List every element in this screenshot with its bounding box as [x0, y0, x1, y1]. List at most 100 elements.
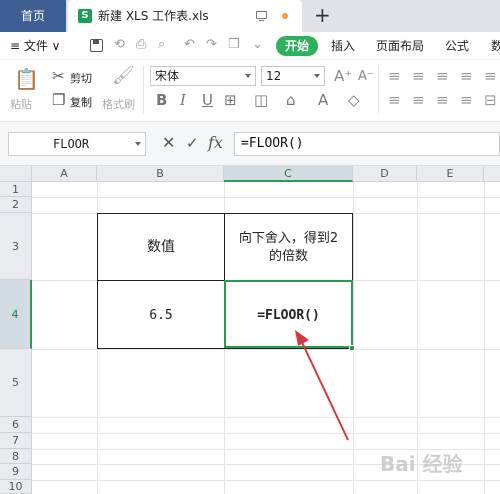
more-chevron-icon[interactable]: ⌄	[252, 37, 263, 53]
annotation-arrow-head	[295, 330, 309, 346]
wrap-icon[interactable]: ≡	[484, 68, 497, 84]
row-header-8[interactable]: 8	[0, 449, 32, 464]
undo-history-icon[interactable]: ⟲	[114, 37, 125, 53]
scissors-icon[interactable]: ✂	[52, 68, 65, 84]
file-menu[interactable]: ≡ 文件 ∨	[10, 32, 60, 60]
unsaved-dot-icon	[282, 13, 288, 19]
print-icon[interactable]: ⎙	[136, 37, 146, 53]
name-box[interactable]: FLOOR	[8, 132, 146, 156]
tab-start[interactable]: 开始	[276, 36, 318, 56]
redo-icon[interactable]: ↷	[206, 37, 217, 53]
highlight-icon[interactable]: ⌂	[286, 92, 296, 108]
menu-bar: ≡ 文件 ∨ ⟲ ⎙ ⌕ ↶ ↷ ❐ ⌄ 开始 插入 页面布局 公式 数	[0, 32, 500, 60]
toolbar-divider	[143, 66, 144, 114]
confirm-icon[interactable]: ✓	[186, 134, 199, 152]
cancel-icon[interactable]: ✕	[162, 134, 175, 152]
font-name-select[interactable]: 宋体	[150, 66, 256, 86]
align-bottom-icon[interactable]: ≡	[436, 68, 449, 84]
chevron-down-icon	[245, 74, 251, 78]
undo-icon[interactable]: ↶	[184, 37, 195, 53]
insert-function-button[interactable]: fx	[208, 133, 223, 153]
align-top-icon[interactable]: ≡	[388, 68, 401, 84]
name-box-value: FLOOR	[53, 137, 90, 151]
grid-line	[32, 349, 500, 350]
font-size-value: 12	[266, 69, 282, 83]
toolbar-divider	[378, 66, 379, 114]
formula-input[interactable]: =FLOOR()	[234, 132, 500, 156]
column-header-a[interactable]: A	[32, 166, 97, 182]
bold-button[interactable]: B	[156, 92, 167, 108]
title-bar: 首页 S 新建 XLS 工作表.xls +	[0, 0, 500, 32]
grid-line	[32, 417, 500, 418]
save-icon[interactable]	[90, 39, 103, 52]
align-middle-icon[interactable]: ≡	[412, 68, 425, 84]
row-header-7[interactable]: 7	[0, 433, 32, 449]
annotation-arrow	[295, 330, 349, 441]
align-right-icon[interactable]: ≡	[436, 92, 449, 108]
tab-data[interactable]: 数	[491, 32, 500, 60]
paste-icon[interactable]: 📋	[14, 68, 39, 90]
row-header-10[interactable]: 10	[0, 480, 32, 494]
ribbon-toolbar: 📋 粘贴 ✂ 剪切 ❐ 复制 🖌 格式刷 宋体 12 A⁺ A⁻ B I U ⊞…	[0, 60, 500, 122]
watermark-logo: Bai 经验	[380, 452, 463, 476]
copy-icon[interactable]: ❐	[52, 92, 65, 108]
row-header-1[interactable]: 1	[0, 182, 32, 197]
shrink-font-icon[interactable]: A⁻	[358, 69, 374, 85]
italic-button[interactable]: I	[180, 92, 186, 108]
column-header-b[interactable]: B	[97, 166, 224, 182]
justify-icon[interactable]: ≡	[460, 92, 473, 108]
annotation-arrow-shaft	[299, 337, 349, 441]
indent-icon[interactable]: ≡	[460, 68, 473, 84]
tab-formulas[interactable]: 公式	[445, 32, 469, 60]
chevron-down-icon	[314, 74, 320, 78]
copy-format-icon[interactable]: ❐	[228, 37, 240, 53]
fill-color-icon[interactable]: ◫	[254, 92, 268, 108]
new-tab-button[interactable]: +	[314, 4, 331, 26]
paste-button[interactable]: 粘贴	[10, 96, 32, 112]
row-header-6[interactable]: 6	[0, 417, 32, 433]
cell-c3-text-line2: 的倍数	[268, 249, 308, 264]
row-header-2[interactable]: 2	[0, 197, 32, 213]
row-header-4[interactable]: 4	[0, 280, 32, 349]
spreadsheet-app: 首页 S 新建 XLS 工作表.xls + ≡ 文件 ∨ ⟲ ⎙ ⌕ ↶ ↷ ❐…	[0, 0, 500, 494]
align-center-icon[interactable]: ≡	[412, 92, 425, 108]
font-name-value: 宋体	[155, 69, 180, 83]
grid-line	[32, 197, 500, 198]
format-painter-button[interactable]: 格式刷	[102, 96, 135, 112]
row-header-5[interactable]: 5	[0, 349, 32, 417]
copy-button[interactable]: 复制	[70, 94, 92, 110]
print-preview-icon[interactable]: ⌕	[158, 37, 165, 53]
font-color-icon[interactable]: A	[318, 92, 328, 108]
sheet-grid[interactable]: A B C D E 1 2 3 4 5 6 7 8 9 10 数值 向下舍入，得…	[0, 166, 500, 494]
column-header-d[interactable]: D	[353, 166, 417, 182]
column-header-f[interactable]	[484, 166, 500, 182]
monitor-icon[interactable]	[256, 11, 267, 22]
border-icon[interactable]: ⊞	[224, 92, 237, 108]
tab-insert[interactable]: 插入	[331, 32, 355, 60]
formula-bar: FLOOR ✕ ✓ fx =FLOOR()	[0, 122, 500, 166]
grow-font-icon[interactable]: A⁺	[334, 68, 352, 84]
clear-format-icon[interactable]: ◇	[348, 92, 360, 108]
cell-b3-text: 数值	[147, 239, 175, 255]
font-size-select[interactable]: 12	[261, 66, 325, 86]
underline-button[interactable]: U	[202, 92, 213, 108]
cut-button[interactable]: 剪切	[70, 70, 92, 86]
select-all-corner[interactable]	[0, 166, 32, 182]
column-header-e[interactable]: E	[417, 166, 484, 182]
column-header-c[interactable]: C	[224, 166, 353, 182]
format-painter-icon[interactable]: 🖌	[112, 67, 135, 85]
merge-icon[interactable]: ⊟	[484, 92, 497, 108]
row-header-9[interactable]: 9	[0, 464, 32, 480]
grid-line	[32, 480, 500, 481]
tab-document-title: 新建 XLS 工作表.xls	[98, 9, 209, 23]
tab-page-layout[interactable]: 页面布局	[376, 32, 424, 60]
tab-home[interactable]: 首页	[0, 0, 66, 32]
row-header-3[interactable]: 3	[0, 213, 32, 280]
chevron-down-icon	[135, 142, 141, 146]
cell-b4-text: 6.5	[149, 308, 173, 323]
tab-document[interactable]: S 新建 XLS 工作表.xls	[68, 0, 302, 32]
cell-c3-text-line1: 向下舍入，得到2	[238, 231, 339, 246]
align-left-icon[interactable]: ≡	[388, 92, 401, 108]
grid-line	[484, 182, 485, 494]
grid-line	[32, 433, 500, 434]
